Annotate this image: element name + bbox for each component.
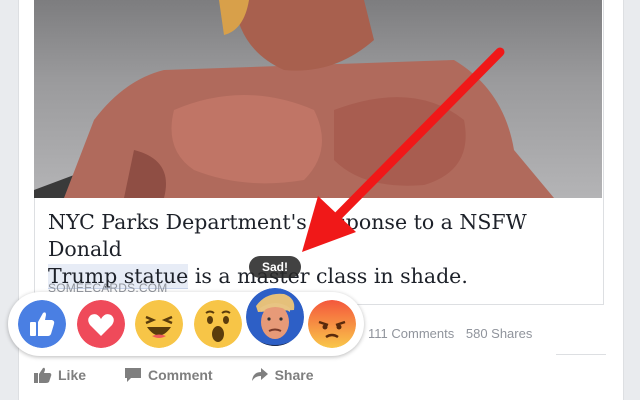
- red-arrow-annotation: [302, 47, 505, 252]
